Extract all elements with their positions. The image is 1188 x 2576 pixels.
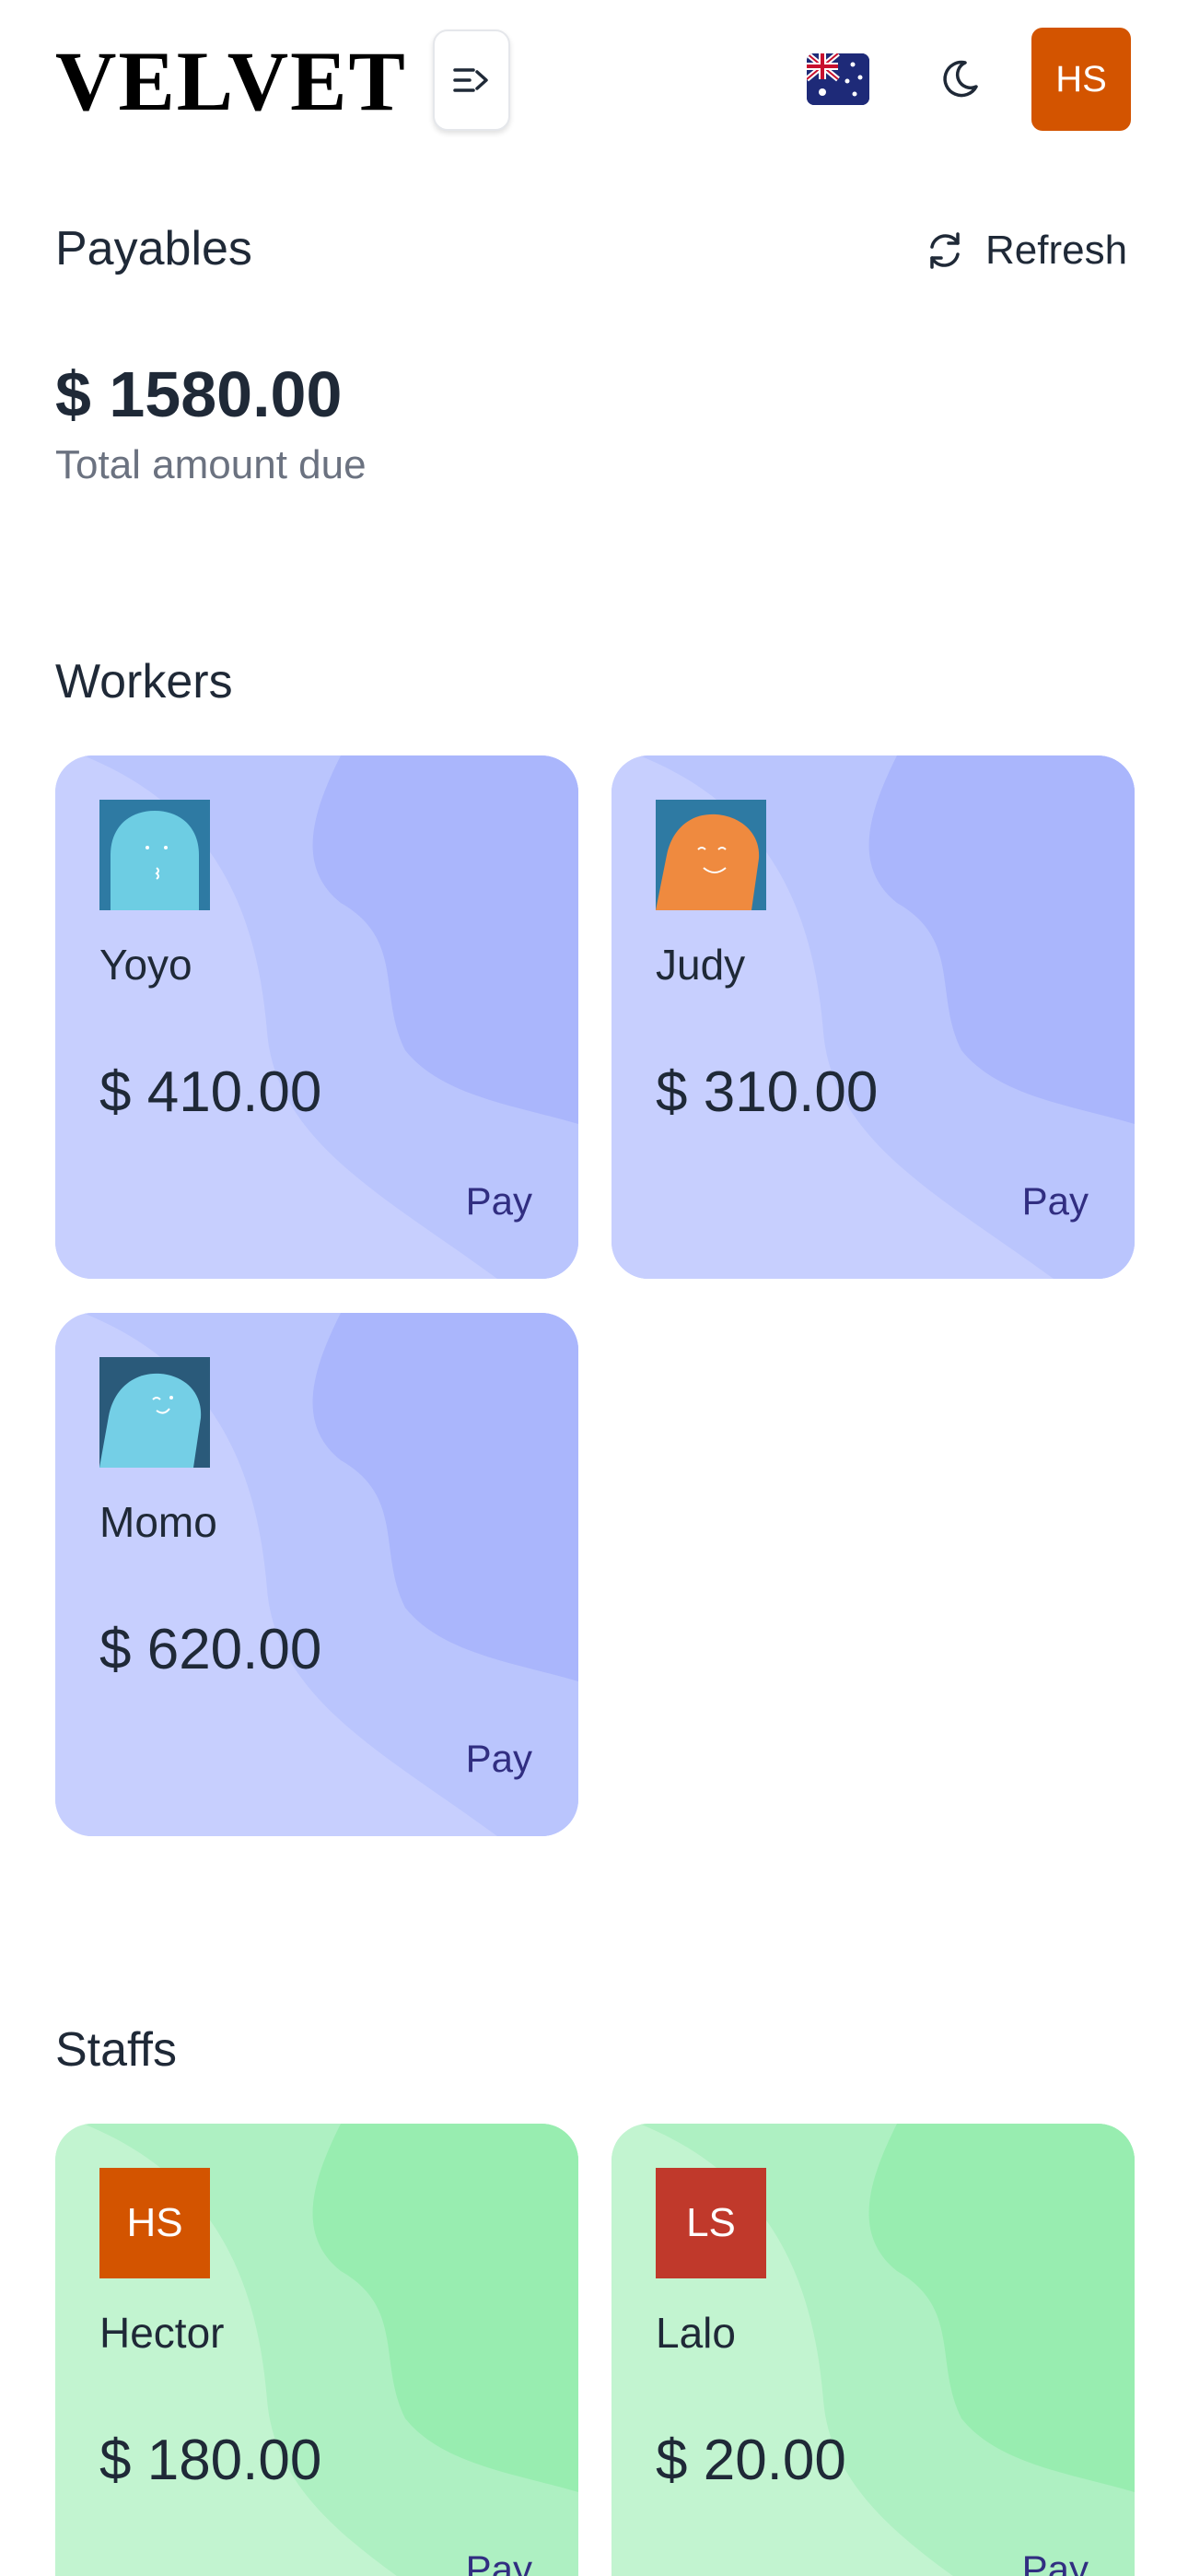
australia-flag-icon[interactable] xyxy=(807,53,869,105)
staff-avatar: LS xyxy=(656,2168,766,2278)
staff-card-hector: HS Hector $ 180.00 Pay xyxy=(55,2124,578,2576)
staff-amount: $ 180.00 xyxy=(99,2429,322,2492)
worker-avatar xyxy=(99,800,210,910)
staff-name: Hector xyxy=(99,2309,225,2357)
worker-amount: $ 310.00 xyxy=(656,1060,879,1124)
worker-card-yoyo: Yoyo $ 410.00 Pay xyxy=(55,755,578,1279)
pay-button[interactable]: Pay xyxy=(466,2547,532,2576)
staffs-title: Staffs xyxy=(55,2023,178,2077)
workers-title: Workers xyxy=(55,655,233,708)
worker-amount: $ 620.00 xyxy=(99,1618,322,1681)
worker-name: Judy xyxy=(656,941,746,989)
staff-name: Lalo xyxy=(656,2309,736,2357)
menu-toggle-button[interactable] xyxy=(433,29,510,131)
pay-button[interactable]: Pay xyxy=(466,1737,532,1781)
refresh-label: Refresh xyxy=(985,228,1128,273)
pay-button[interactable]: Pay xyxy=(1022,2547,1089,2576)
staff-card-lalo: LS Lalo $ 20.00 Pay xyxy=(611,2124,1135,2576)
worker-avatar xyxy=(656,800,766,910)
top-header: VELVET HS xyxy=(0,0,1188,161)
theme-toggle-button[interactable] xyxy=(930,50,989,109)
refresh-button[interactable]: Refresh xyxy=(923,223,1127,278)
refresh-icon xyxy=(930,232,960,269)
user-avatar[interactable]: HS xyxy=(1031,28,1131,131)
staff-amount: $ 20.00 xyxy=(656,2429,846,2492)
total-amount: $ 1580.00 xyxy=(55,358,343,430)
worker-avatar xyxy=(99,1357,210,1468)
worker-name: Momo xyxy=(99,1498,217,1546)
staff-avatar: HS xyxy=(99,2168,210,2278)
pay-button[interactable]: Pay xyxy=(1022,1179,1089,1224)
worker-name: Yoyo xyxy=(99,941,192,989)
pay-button[interactable]: Pay xyxy=(466,1179,532,1224)
worker-card-judy: Judy $ 310.00 Pay xyxy=(611,755,1135,1279)
menu-icon xyxy=(453,68,488,92)
worker-card-momo: Momo $ 620.00 Pay xyxy=(55,1313,578,1836)
moon-icon xyxy=(943,60,978,98)
page: VELVET HS Payables Refresh $ 1580.00 Tot… xyxy=(0,0,1188,2576)
worker-amount: $ 410.00 xyxy=(99,1060,322,1124)
payables-title: Payables xyxy=(55,222,252,275)
total-amount-label: Total amount due xyxy=(55,442,367,487)
brand-logo[interactable]: VELVET xyxy=(55,35,407,127)
